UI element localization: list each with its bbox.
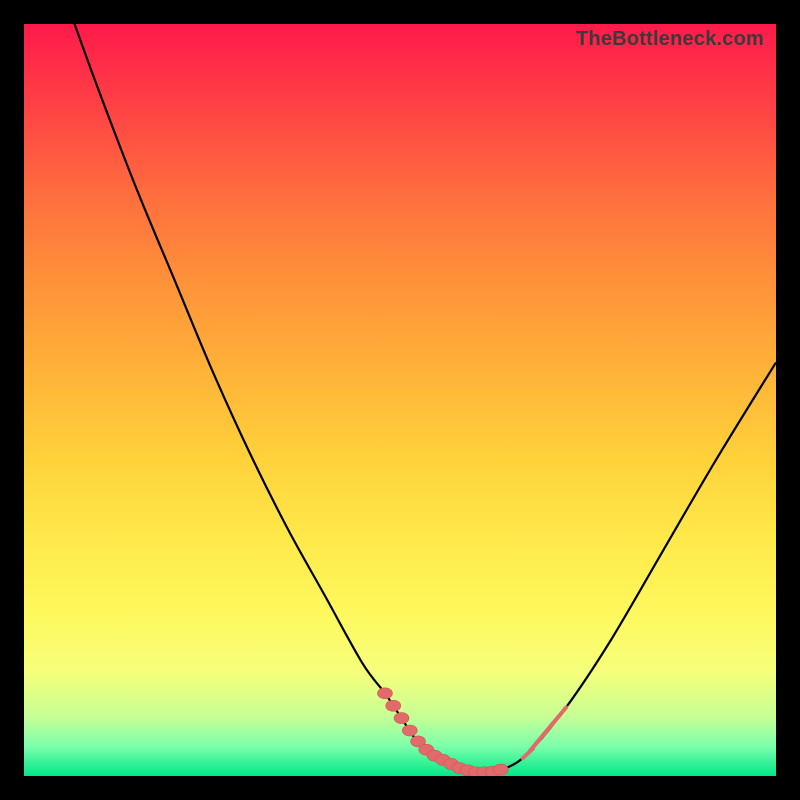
highlight-dot [493, 764, 508, 775]
highlight-dot [386, 700, 401, 711]
highlight-dot [394, 713, 409, 724]
highlight-dot [402, 725, 417, 736]
watermark-label: TheBottleneck.com [576, 28, 764, 51]
highlight-dash [557, 707, 566, 718]
bottleneck-curve-plot [24, 24, 776, 776]
highlight-markers [377, 688, 566, 776]
highlight-dot [377, 688, 392, 699]
chart-frame: TheBottleneck.com [24, 24, 776, 776]
bottleneck-curve [69, 24, 776, 773]
